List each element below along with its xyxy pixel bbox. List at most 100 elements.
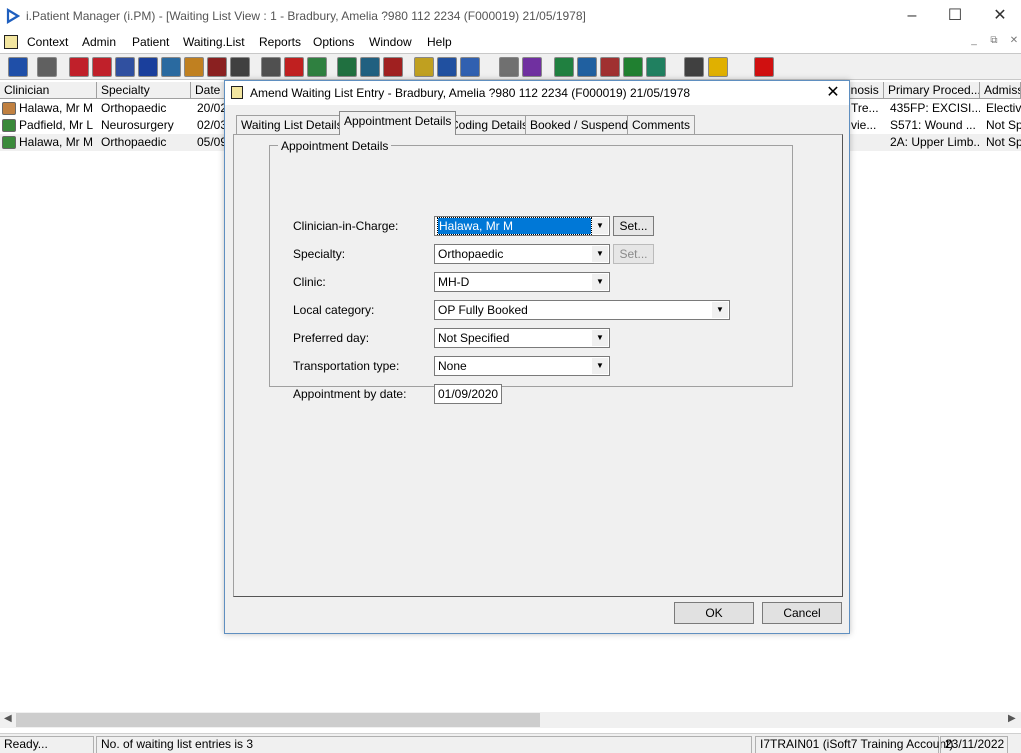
letter-m-icon[interactable] bbox=[138, 57, 158, 77]
tab-waiting-list-details[interactable]: Waiting List Details bbox=[236, 115, 348, 135]
scroll-left-icon[interactable]: ◀ bbox=[4, 713, 12, 724]
menu-admin[interactable]: Admin bbox=[82, 35, 116, 49]
tab-appointment-details[interactable]: Appointment Details bbox=[339, 111, 457, 135]
ok-button[interactable]: OK bbox=[674, 602, 754, 624]
amend-waiting-list-dialog: Amend Waiting List Entry - Bradbury, Ame… bbox=[224, 80, 850, 634]
specialty-label: Specialty: bbox=[293, 247, 346, 261]
clinic-value: MH-D bbox=[438, 275, 470, 289]
ambulance-icon[interactable] bbox=[437, 57, 457, 77]
monitor-icon[interactable] bbox=[307, 57, 327, 77]
transportation-label: Transportation type: bbox=[293, 359, 400, 373]
checklist-icon[interactable] bbox=[577, 57, 597, 77]
dialog-document-icon bbox=[231, 86, 243, 99]
menu-options[interactable]: Options bbox=[313, 35, 354, 49]
menu-patient[interactable]: Patient bbox=[132, 35, 169, 49]
exit-icon[interactable] bbox=[754, 57, 774, 77]
local-category-value: OP Fully Booked bbox=[438, 303, 528, 317]
notepad-icon[interactable] bbox=[414, 57, 434, 77]
page-icon[interactable] bbox=[499, 57, 519, 77]
cell-clinician: Halawa, Mr M bbox=[19, 101, 94, 115]
arrow-document-icon[interactable] bbox=[207, 57, 227, 77]
clinic-label: Clinic: bbox=[293, 275, 326, 289]
warning-icon[interactable] bbox=[708, 57, 728, 77]
cell-procedure: S571: Wound ... bbox=[890, 118, 976, 132]
menu-bar: Context Admin Patient Waiting.List Repor… bbox=[0, 32, 1021, 52]
menu-waiting-list[interactable]: Waiting.List bbox=[183, 35, 245, 49]
column-header-clinician[interactable]: Clinician bbox=[0, 82, 97, 99]
preferred-day-combo[interactable]: Not Specified ▼ bbox=[434, 328, 610, 348]
checklist-red-icon[interactable] bbox=[600, 57, 620, 77]
checklist-arrow-icon[interactable] bbox=[646, 57, 666, 77]
status-ready: Ready... bbox=[0, 736, 94, 753]
book-red-icon[interactable] bbox=[69, 57, 89, 77]
clinician-value: Halawa, Mr M bbox=[437, 217, 592, 235]
preferred-day-label: Preferred day: bbox=[293, 331, 370, 345]
checklist-green-icon[interactable] bbox=[623, 57, 643, 77]
scroll-right-icon[interactable]: ▶ bbox=[1008, 713, 1016, 724]
cell-diagnosis bbox=[851, 134, 884, 151]
chevron-down-icon[interactable]: ▼ bbox=[712, 302, 728, 318]
dialog-title: Amend Waiting List Entry - Bradbury, Ame… bbox=[250, 86, 691, 100]
chevron-down-icon[interactable]: ▼ bbox=[592, 246, 608, 262]
specialty-combo[interactable]: Orthopaedic ▼ bbox=[434, 244, 610, 264]
clinician-combo[interactable]: Halawa, Mr M ▼ bbox=[434, 216, 610, 236]
chevron-down-icon[interactable]: ▼ bbox=[592, 218, 608, 234]
menu-context[interactable]: Context bbox=[27, 35, 68, 49]
chart-sheet-icon[interactable] bbox=[337, 57, 357, 77]
mdi-restore-button[interactable]: ⧉ bbox=[986, 35, 1002, 49]
clock-icon[interactable] bbox=[284, 57, 304, 77]
clock-sheet-icon[interactable] bbox=[383, 57, 403, 77]
tab-comments[interactable]: Comments bbox=[627, 115, 696, 135]
clinic-combo[interactable]: MH-D ▼ bbox=[434, 272, 610, 292]
scrollbar-thumb[interactable] bbox=[16, 713, 540, 727]
transportation-combo[interactable]: None ▼ bbox=[434, 356, 610, 376]
printer-icon[interactable] bbox=[37, 57, 57, 77]
status-entry-count: No. of waiting list entries is 3 bbox=[96, 736, 752, 753]
person-card-icon[interactable] bbox=[161, 57, 181, 77]
dialog-titlebar: Amend Waiting List Entry - Bradbury, Ame… bbox=[225, 81, 849, 105]
appointment-date-input[interactable]: 01/09/2020 bbox=[434, 384, 502, 404]
cell-procedure: 2A: Upper Limb... bbox=[890, 135, 980, 149]
mdi-close-button[interactable]: ✕ bbox=[1006, 35, 1021, 49]
mdi-minimize-button[interactable]: _ bbox=[966, 35, 982, 49]
document-list-icon[interactable] bbox=[115, 57, 135, 77]
clinician-set-button[interactable]: Set... bbox=[613, 216, 654, 236]
menu-reports[interactable]: Reports bbox=[259, 35, 301, 49]
app-logo-icon bbox=[6, 8, 20, 24]
patient-status-icon bbox=[2, 119, 16, 132]
chevron-down-icon[interactable]: ▼ bbox=[592, 358, 608, 374]
status-account: I7TRAIN01 (iSoft7 Training Account) bbox=[755, 736, 953, 753]
cell-clinician: Padfield, Mr L bbox=[19, 118, 94, 132]
menu-window[interactable]: Window bbox=[369, 35, 412, 49]
cell-specialty: Neurosurgery bbox=[101, 118, 174, 132]
tab-booked-suspend[interactable]: Booked / Suspend bbox=[525, 115, 634, 135]
window-close-button[interactable]: ✕ bbox=[978, 4, 1021, 28]
camera-icon[interactable] bbox=[230, 57, 250, 77]
cell-date: 05/09 bbox=[197, 135, 225, 149]
document-menu-icon[interactable] bbox=[4, 35, 18, 49]
tab-coding-details[interactable]: Coding Details bbox=[445, 115, 534, 135]
bar-chart-icon[interactable] bbox=[522, 57, 542, 77]
column-header-admission[interactable]: Admissi bbox=[980, 82, 1021, 99]
cancel-button[interactable]: Cancel bbox=[762, 602, 842, 624]
sheet-lines-icon[interactable] bbox=[360, 57, 380, 77]
window-maximize-button[interactable]: ☐ bbox=[933, 4, 977, 28]
person-icon[interactable] bbox=[8, 57, 28, 77]
chevron-down-icon[interactable]: ▼ bbox=[592, 274, 608, 290]
document-pen-icon[interactable] bbox=[184, 57, 204, 77]
local-category-combo[interactable]: OP Fully Booked ▼ bbox=[434, 300, 730, 320]
preferred-day-value: Not Specified bbox=[438, 331, 510, 345]
dialog-close-button[interactable]: ✕ bbox=[821, 82, 845, 104]
chevron-down-icon[interactable]: ▼ bbox=[592, 330, 608, 346]
cell-admission: Elective bbox=[986, 101, 1021, 115]
car-icon[interactable] bbox=[460, 57, 480, 77]
menu-help[interactable]: Help bbox=[427, 35, 452, 49]
window-minimize-button[interactable]: – bbox=[890, 4, 934, 28]
globe-icon[interactable] bbox=[554, 57, 574, 77]
envelope-cross-icon[interactable] bbox=[261, 57, 281, 77]
book-edit-icon[interactable] bbox=[92, 57, 112, 77]
column-header-specialty[interactable]: Specialty bbox=[97, 82, 191, 99]
swap-arrows-icon[interactable] bbox=[684, 57, 704, 77]
local-category-label: Local category: bbox=[293, 303, 375, 317]
column-header-primary-procedure[interactable]: Primary Proced... bbox=[884, 82, 980, 99]
